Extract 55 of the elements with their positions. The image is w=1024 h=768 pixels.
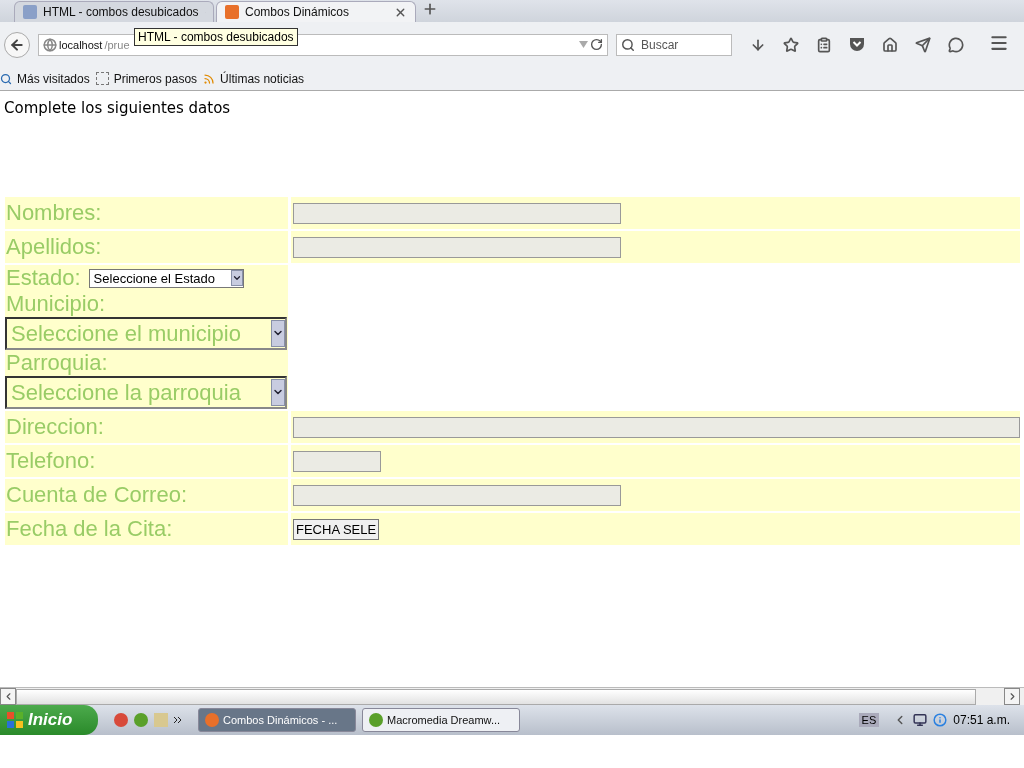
start-button[interactable]: Inicio (0, 705, 98, 735)
input-field[interactable] (293, 450, 381, 472)
tab-title: HTML - combos desubicados (43, 5, 199, 19)
url-path: /prue (104, 38, 131, 51)
bookmark-link[interactable]: Últimas noticias (203, 71, 305, 86)
app-icon (369, 713, 383, 727)
new-tab-icon[interactable] (422, 1, 438, 17)
taskbar-button[interactable]: Macromedia Dreamw... (362, 708, 520, 732)
pocket-icon[interactable] (849, 37, 865, 52)
field-label: Municipio: (5, 291, 107, 317)
chat-icon[interactable] (948, 36, 964, 53)
info-icon[interactable] (933, 713, 948, 727)
tab-favicon-icon (225, 5, 239, 19)
bookmark-icon (95, 72, 109, 85)
tooltip: HTML - combos desubicados (134, 28, 298, 46)
page-heading: Complete los siguientes datos (4, 99, 232, 117)
globe-icon[interactable] (43, 37, 57, 52)
bookmark-link[interactable]: Primeros pasos (95, 71, 198, 86)
taskbar-button[interactable]: Combos Dinámicos - ... (198, 708, 356, 732)
field-label: Apellidos: (5, 234, 102, 260)
field-label: Nombres: (5, 200, 102, 226)
more-icon[interactable] (174, 716, 182, 724)
input-field[interactable] (293, 202, 621, 224)
bookmark-link[interactable]: Más visitados (0, 71, 90, 86)
caret-icon (231, 273, 242, 283)
input-field[interactable] (293, 484, 621, 506)
app-icon (205, 713, 219, 727)
clock: 07:51 a.m. (953, 713, 1010, 727)
search-field[interactable]: Buscar (616, 33, 732, 56)
star-icon[interactable] (783, 36, 799, 53)
back-button[interactable] (4, 31, 30, 58)
field-label: Parroquia: (5, 350, 109, 376)
browser-tab[interactable]: Combos Dinámicos (216, 1, 416, 22)
home-icon[interactable] (882, 36, 898, 53)
browser-tab[interactable]: HTML - combos desubicados (14, 1, 214, 22)
search-icon[interactable] (0, 72, 12, 85)
tab-title: Combos Dinámicos (245, 5, 351, 19)
send-icon[interactable] (915, 36, 931, 53)
field-label: Telefono: (5, 448, 96, 474)
field-label: Direccion: (5, 414, 104, 440)
network-icon[interactable] (913, 713, 928, 727)
field-label: Cuenta de Correo: (5, 482, 187, 508)
windows-logo-icon (6, 711, 24, 729)
tab-favicon-icon (23, 5, 37, 19)
url-host: localhost (59, 38, 103, 51)
select-field[interactable]: Seleccione el Estado (88, 268, 244, 288)
reload-icon[interactable] (590, 38, 603, 51)
language-indicator[interactable]: ES (858, 713, 880, 727)
search-icon[interactable] (621, 37, 635, 52)
field-label: Fecha de la Cita: (5, 516, 173, 542)
clipboard-icon[interactable] (816, 36, 832, 53)
horizontal-scrollbar[interactable] (0, 687, 1024, 705)
date-button[interactable]: FECHA SELE (293, 518, 380, 540)
input-field[interactable] (293, 236, 621, 258)
field-label: Estado: (5, 265, 81, 291)
